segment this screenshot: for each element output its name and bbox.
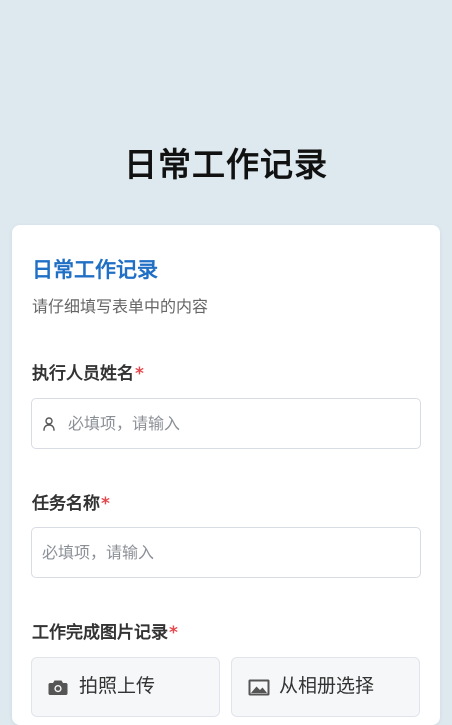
page-title: 日常工作记录	[124, 145, 328, 184]
album-select-button[interactable]: 从相册选择	[231, 657, 420, 717]
photo-record-label: 工作完成图片记录*	[32, 620, 178, 646]
task-name-input[interactable]	[42, 528, 420, 577]
executor-name-field[interactable]	[31, 398, 421, 449]
form-description: 请仔细填写表单中的内容	[32, 297, 209, 316]
required-star: *	[101, 494, 110, 514]
photo-record-label-text: 工作完成图片记录	[32, 623, 168, 643]
task-name-label-text: 任务名称	[32, 494, 100, 514]
executor-name-input[interactable]	[68, 399, 420, 448]
form-card: 日常工作记录 请仔细填写表单中的内容 执行人员姓名* 任务名称* 工作完成图片记…	[12, 225, 440, 725]
executor-name-label: 执行人员姓名*	[32, 361, 144, 387]
album-select-label: 从相册选择	[279, 675, 375, 697]
executor-name-label-text: 执行人员姓名	[32, 364, 134, 384]
task-name-label: 任务名称*	[32, 491, 110, 517]
camera-upload-label: 拍照上传	[79, 675, 156, 697]
image-icon	[248, 678, 270, 696]
camera-upload-button[interactable]: 拍照上传	[31, 657, 220, 717]
required-star: *	[135, 364, 144, 384]
camera-icon	[48, 678, 70, 696]
required-star: *	[169, 623, 178, 643]
task-name-field[interactable]	[31, 527, 421, 578]
form-title: 日常工作记录	[32, 258, 158, 282]
user-icon	[42, 416, 56, 432]
